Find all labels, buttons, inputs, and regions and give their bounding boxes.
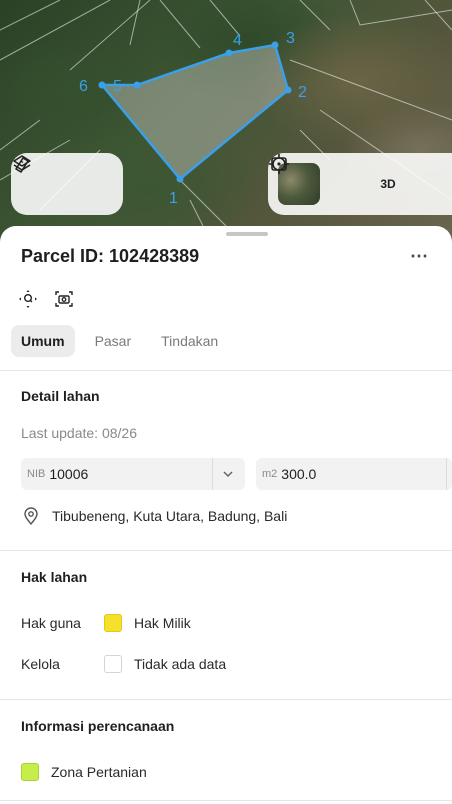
parcel-sheet: Parcel ID: 102428389 ⋯ Umum Pasar Tindak…: [0, 226, 452, 804]
vertex-handle[interactable]: [98, 81, 106, 89]
vertex-handle[interactable]: [271, 41, 279, 49]
kelola-value: Tidak ada data: [134, 656, 227, 672]
divider: [0, 699, 452, 700]
map-tools-right: 3D: [268, 153, 452, 215]
planning-heading: Informasi perencanaan: [21, 718, 175, 734]
divider: [0, 800, 452, 801]
draw-measure-icon: [15, 157, 29, 173]
chevron-down-icon[interactable]: [220, 466, 236, 482]
nib-field[interactable]: NIB 10006: [21, 458, 245, 490]
zoom-to-parcel-button[interactable]: [17, 288, 39, 310]
camera-scan-icon: [55, 291, 73, 307]
no-data-swatch: [104, 655, 122, 673]
mode-3d-button[interactable]: 3D: [368, 164, 408, 204]
area-prefix: m2: [262, 468, 278, 480]
area-field[interactable]: m2 300.0: [256, 458, 452, 490]
address-row: Tibubeneng, Kuta Utara, Badung, Bali: [21, 506, 287, 526]
last-update: Last update: 08/26: [21, 425, 137, 441]
hak-heading: Hak lahan: [21, 569, 88, 585]
parcel-tabs: Umum Pasar Tindakan: [11, 325, 238, 357]
vertex-handle[interactable]: [284, 86, 292, 94]
divider: [0, 550, 452, 551]
capture-button[interactable]: [53, 288, 75, 310]
vertex-handle[interactable]: [176, 175, 184, 183]
locate-button[interactable]: [269, 154, 368, 204]
parcel-title: Parcel ID: 102428389: [21, 246, 200, 266]
kelola-label: Kelola: [21, 656, 60, 672]
kelola-row: Kelola Tidak ada data: [21, 655, 226, 673]
vertex-label: 3: [286, 30, 295, 47]
square-icon: [271, 157, 287, 171]
zone-label: Zona Pertanian: [51, 764, 147, 780]
vertex-label: 2: [298, 84, 307, 101]
detail-heading: Detail lahan: [21, 388, 100, 404]
tab-umum[interactable]: Umum: [11, 325, 75, 357]
nib-prefix: NIB: [27, 468, 46, 480]
map-tools-left: [11, 153, 123, 215]
vertex-label: 5: [113, 78, 122, 95]
zoom-search-icon: [19, 290, 37, 308]
hak-guna-row: Hak guna Hak Milik: [21, 614, 191, 632]
vertex-label: 6: [79, 78, 88, 95]
parcel-actions: [17, 288, 75, 310]
area-value: 300.0: [281, 466, 317, 482]
vertex-label: 4: [233, 32, 242, 49]
nib-value: 10006: [49, 466, 89, 482]
tab-pasar[interactable]: Pasar: [85, 325, 142, 357]
draw-measure-button[interactable]: [15, 157, 110, 204]
more-menu-button[interactable]: ⋯: [410, 246, 429, 267]
field-separator: [212, 458, 213, 490]
vertex-label: 1: [169, 190, 178, 207]
hak-guna-label: Hak guna: [21, 615, 81, 631]
zone-swatch: [21, 763, 39, 781]
hak-milik-swatch: [104, 614, 122, 632]
address-text: Tibubeneng, Kuta Utara, Badung, Bali: [52, 508, 288, 524]
vertex-handle[interactable]: [133, 81, 141, 89]
divider: [0, 370, 452, 371]
sheet-drag-handle[interactable]: [226, 232, 268, 236]
hak-guna-value: Hak Milik: [134, 615, 191, 631]
zone-row: Zona Pertanian: [21, 763, 147, 781]
field-separator: [446, 458, 447, 490]
selected-parcel[interactable]: [99, 43, 290, 181]
map-view[interactable]: 1 2 3 4 5 6 3D: [0, 0, 452, 250]
next-tool-button[interactable]: [271, 157, 448, 204]
location-pin-icon: [24, 507, 38, 526]
tab-tindakan[interactable]: Tindakan: [151, 325, 228, 357]
vertex-handle[interactable]: [225, 49, 233, 57]
